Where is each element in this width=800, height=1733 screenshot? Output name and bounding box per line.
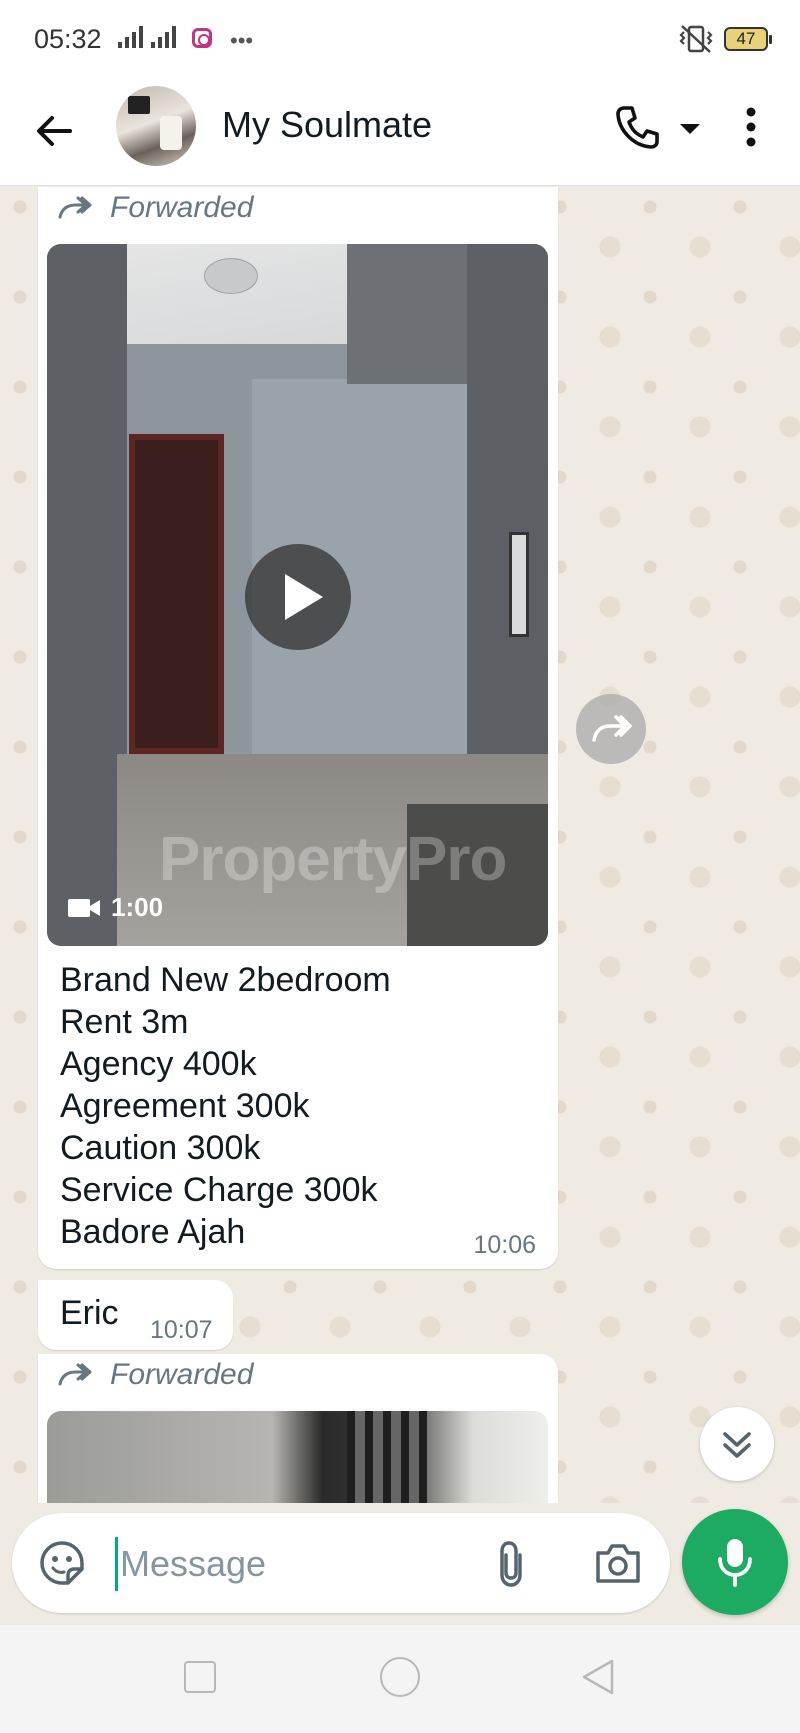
dropdown-arrow-icon[interactable] xyxy=(676,116,704,140)
video-thumbnail[interactable] xyxy=(47,1411,548,1503)
video-scene-door xyxy=(129,434,224,754)
nav-back-button[interactable] xyxy=(580,1657,616,1697)
more-vert-icon[interactable] xyxy=(738,102,764,152)
hd-signal-icon xyxy=(118,26,143,48)
message-bubble[interactable]: Eric 10:07 xyxy=(38,1280,233,1350)
message-text: Eric xyxy=(60,1294,119,1332)
vibrate-icon xyxy=(679,25,713,53)
forwarded-icon xyxy=(58,1363,92,1386)
message-caption: Brand New 2bedroom Rent 3m Agency 400k A… xyxy=(60,959,520,1253)
instagram-icon xyxy=(192,28,212,48)
video-thumbnail[interactable]: PropertyPro 1:00 xyxy=(47,244,548,946)
status-right: 47 xyxy=(678,24,772,54)
message-input[interactable] xyxy=(120,1535,460,1593)
contact-name[interactable]: My Soulmate xyxy=(222,104,432,146)
message-time: 10:07 xyxy=(150,1316,213,1344)
double-chevron-down-icon xyxy=(723,1432,751,1458)
signal-icon xyxy=(151,26,176,48)
video-duration: 1:00 xyxy=(111,892,164,922)
video-scene-lamp xyxy=(204,258,258,294)
forward-icon xyxy=(592,715,632,742)
video-scene-pillar-left xyxy=(47,244,127,946)
caption-line: Brand New 2bedroom xyxy=(60,961,391,999)
forwarded-label: Forwarded xyxy=(110,191,254,224)
video-camera-icon xyxy=(68,898,100,917)
video-watermark: PropertyPro xyxy=(159,825,507,894)
caption-line: Agreement 300k xyxy=(60,1087,310,1125)
text-caret xyxy=(115,1537,118,1591)
battery-level: 47 xyxy=(736,29,756,48)
message-time: 10:06 xyxy=(473,1231,536,1259)
video-duration-row: 1:00 xyxy=(67,892,163,923)
mic-button[interactable] xyxy=(682,1509,788,1615)
forwarded-icon xyxy=(58,196,92,219)
scroll-down-button[interactable] xyxy=(700,1407,774,1481)
back-arrow-icon[interactable] xyxy=(30,106,80,156)
caption-line: Service Charge 300k xyxy=(60,1171,378,1209)
chat-area[interactable]: Forwarded PropertyPro 1:00 Brand New 2be… xyxy=(0,187,800,1503)
forward-button[interactable] xyxy=(576,694,646,764)
more-dots-icon: ••• xyxy=(230,28,254,53)
status-time: 05:32 xyxy=(34,24,102,54)
phone-icon[interactable] xyxy=(612,102,662,152)
caption-line: Rent 3m xyxy=(60,1003,189,1041)
caption-line: Agency 400k xyxy=(60,1045,257,1083)
caption-line: Caution 300k xyxy=(60,1129,261,1167)
chat-header: My Soulmate xyxy=(0,78,800,186)
forwarded-label: Forwarded xyxy=(110,1358,254,1391)
attach-icon[interactable] xyxy=(492,1537,532,1591)
battery-icon: 47 xyxy=(724,27,772,51)
message-bubble[interactable]: Forwarded xyxy=(38,1354,558,1503)
play-button[interactable] xyxy=(245,544,351,650)
avatar[interactable] xyxy=(116,86,196,166)
caption-line: Badore Ajah xyxy=(60,1213,246,1251)
message-bubble[interactable]: Forwarded PropertyPro 1:00 Brand New 2be… xyxy=(38,187,558,1269)
camera-icon[interactable] xyxy=(594,1541,642,1585)
video-scene-window xyxy=(509,532,529,637)
recent-apps-button[interactable] xyxy=(184,1661,216,1693)
sticker-icon[interactable] xyxy=(38,1539,86,1587)
home-button[interactable] xyxy=(380,1657,420,1697)
status-bar: 05:32 ••• 47 xyxy=(0,0,800,78)
status-left-icons: ••• xyxy=(118,26,254,53)
system-nav-bar xyxy=(0,1625,800,1733)
forwarded-row: Forwarded xyxy=(58,1358,253,1392)
forwarded-row: Forwarded xyxy=(58,191,253,225)
message-input-bar xyxy=(12,1513,670,1613)
microphone-icon xyxy=(718,1539,752,1587)
